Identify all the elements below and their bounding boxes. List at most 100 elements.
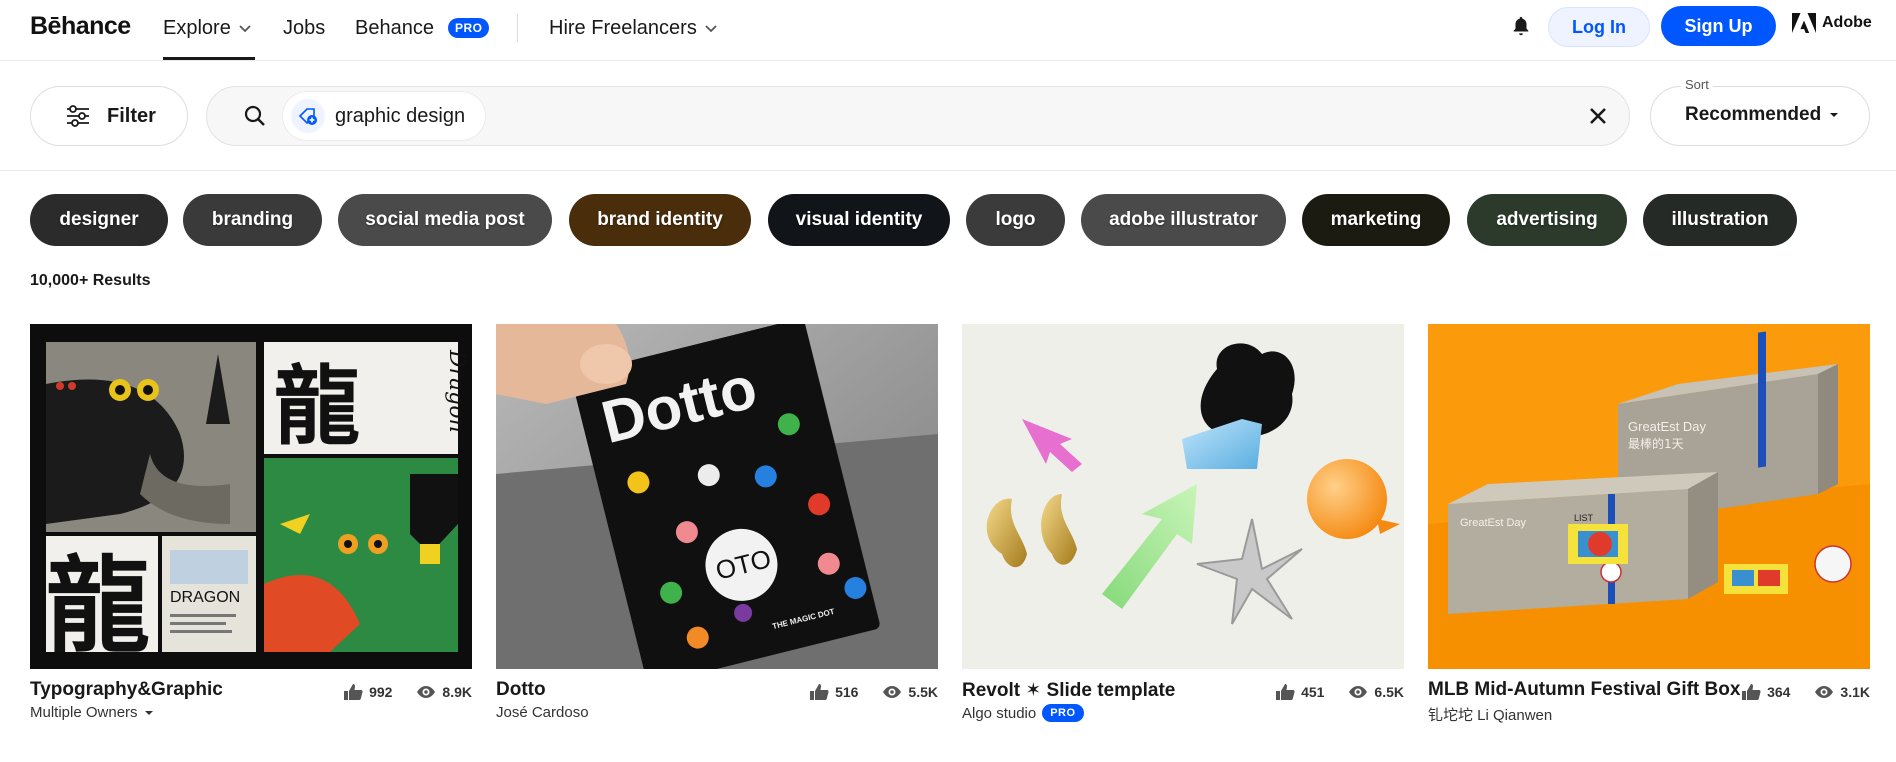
tag-pill[interactable]: adobe illustrator	[1081, 194, 1286, 246]
tag-pill[interactable]: marketing	[1302, 194, 1450, 246]
tag-pill[interactable]: branding	[183, 194, 322, 246]
project-card[interactable]: GreatEst Day 最棒的1天 LIST GreatEst Day MLB…	[1428, 324, 1870, 724]
thumbs-up-icon	[1276, 684, 1295, 700]
project-title[interactable]: MLB Mid-Autumn Festival Gift Box	[1428, 679, 1740, 701]
search-query-chip[interactable]: graphic design	[283, 92, 486, 140]
project-thumbnail[interactable]	[962, 324, 1404, 669]
filter-button[interactable]: Filter	[30, 86, 188, 146]
tag-pill-label: illustration	[1671, 209, 1769, 230]
project-title[interactable]: Dotto	[496, 679, 546, 701]
project-thumbnail[interactable]: GreatEst Day 最棒的1天 LIST GreatEst Day	[1428, 324, 1870, 669]
project-thumbnail[interactable]: Dotto OTO THE MAGIC DOT	[496, 324, 938, 669]
pro-badge: PRO	[447, 18, 490, 38]
project-cover-image: 龍 Dragon 龍 DRAGON	[30, 324, 472, 669]
view-count: 5.5K	[908, 684, 938, 700]
project-card[interactable]: Dotto OTO THE MAGIC DOT Dotto 516 5.5K J…	[496, 324, 938, 721]
project-cover-image: Dotto OTO THE MAGIC DOT	[496, 324, 938, 669]
dragon-word: DRAGON	[170, 589, 240, 606]
dragon-character: 龍	[274, 357, 360, 457]
caret-down-icon	[1830, 113, 1839, 117]
dragon-character-2: 龍	[46, 545, 150, 667]
box-cn-text: 最棒的1天	[1628, 436, 1684, 451]
thumbs-up-icon	[344, 684, 363, 700]
sliders-icon	[67, 105, 89, 127]
tag-pill[interactable]: brand identity	[569, 194, 751, 246]
nav-behance-label: Behance	[355, 16, 434, 39]
top-navigation: Bēhance Explore Jobs Behance PRO Hire Fr…	[0, 0, 1896, 61]
nav-jobs[interactable]: Jobs	[283, 15, 325, 41]
like-count: 992	[369, 684, 393, 700]
owner-name: José Cardoso	[496, 704, 589, 721]
signup-button[interactable]: Sign Up	[1661, 6, 1776, 46]
tag-pill[interactable]: logo	[966, 194, 1065, 246]
sort-selected: Recommended	[1685, 104, 1839, 126]
dragon-script: Dragon	[444, 349, 469, 433]
close-icon[interactable]	[1587, 105, 1609, 127]
nav-hire-freelancers[interactable]: Hire Freelancers	[549, 15, 719, 41]
pro-badge: PRO	[1042, 704, 1084, 722]
project-thumbnail[interactable]: 龍 Dragon 龍 DRAGON	[30, 324, 472, 669]
project-owner[interactable]: Algo studio PRO	[962, 704, 1084, 722]
tag-pill-label: designer	[59, 209, 139, 230]
adobe-label: Adobe	[1822, 14, 1872, 31]
eye-icon	[417, 686, 436, 698]
nav-explore-label: Explore	[163, 16, 231, 39]
tag-pill[interactable]: designer	[30, 194, 168, 246]
nav-active-indicator	[163, 57, 255, 60]
caret-down-icon	[144, 710, 153, 715]
tag-icon	[291, 99, 325, 133]
eye-icon	[1815, 686, 1834, 698]
tag-pill[interactable]: visual identity	[768, 194, 950, 246]
login-button[interactable]: Log In	[1548, 7, 1650, 47]
adobe-link[interactable]: Adobe	[1792, 13, 1872, 33]
tag-pill-label: advertising	[1496, 209, 1598, 230]
project-title[interactable]: Revolt ✶ Slide template	[962, 679, 1175, 702]
like-count: 364	[1767, 684, 1791, 700]
thumbs-up-icon	[810, 684, 829, 700]
search-input[interactable]: graphic design	[206, 86, 1630, 146]
nav-hire-label: Hire Freelancers	[549, 16, 697, 39]
tag-pill[interactable]: advertising	[1467, 194, 1627, 246]
eye-icon	[883, 686, 902, 698]
sort-label: Sort	[1681, 77, 1713, 92]
project-card[interactable]: Revolt ✶ Slide template 451 6.5K Algo st…	[962, 324, 1404, 722]
nav-explore[interactable]: Explore	[163, 15, 253, 41]
project-stats: 451 6.5K	[1275, 683, 1404, 701]
project-owner[interactable]: 钆坨坨 Li Qianwen	[1428, 704, 1552, 725]
owner-name: 钆坨坨 Li Qianwen	[1428, 707, 1553, 724]
sort-value-text: Recommended	[1685, 104, 1822, 125]
project-stats: 364 3.1K	[1741, 683, 1870, 701]
chevron-down-icon	[239, 25, 251, 33]
nav-behance-pro[interactable]: Behance PRO	[355, 15, 490, 41]
project-cover-image: GreatEst Day 最棒的1天 LIST GreatEst Day	[1428, 324, 1870, 669]
tag-pill[interactable]: illustration	[1643, 194, 1797, 246]
project-card[interactable]: 龍 Dragon 龍 DRAGON Typography&Graphic 992	[30, 324, 472, 721]
view-count: 3.1K	[1840, 684, 1870, 700]
project-owner[interactable]: José Cardoso	[496, 704, 589, 721]
sort-dropdown[interactable]: Sort Recommended	[1650, 77, 1870, 146]
box-list-text: LIST	[1574, 513, 1594, 523]
tag-pill-label: visual identity	[795, 209, 923, 230]
eye-icon	[1349, 686, 1368, 698]
project-stats: 516 5.5K	[809, 683, 938, 701]
project-owner[interactable]: Multiple Owners	[30, 704, 154, 721]
behance-logo[interactable]: Bēhance	[30, 12, 131, 41]
like-count: 516	[835, 684, 859, 700]
results-count: 10,000+ Results	[30, 272, 151, 289]
tag-pill-label: marketing	[1330, 209, 1422, 230]
tag-pill-label: adobe illustrator	[1109, 209, 1258, 230]
view-count: 8.9K	[442, 684, 472, 700]
tag-pill[interactable]: social media post	[338, 194, 552, 246]
search-icon	[244, 105, 265, 126]
view-count: 6.5K	[1374, 684, 1404, 700]
project-cover-image	[962, 324, 1404, 669]
tag-pill-label: brand identity	[597, 209, 723, 230]
box-brand-text-2: GreatEst Day	[1460, 517, 1527, 529]
bell-icon[interactable]	[1510, 14, 1532, 38]
like-count: 451	[1301, 684, 1325, 700]
project-stats: 992 8.9K	[343, 683, 472, 701]
project-title[interactable]: Typography&Graphic	[30, 679, 223, 701]
owner-name: Multiple Owners	[30, 704, 138, 721]
tag-pill-label: logo	[995, 209, 1036, 230]
chevron-down-icon	[705, 25, 717, 33]
